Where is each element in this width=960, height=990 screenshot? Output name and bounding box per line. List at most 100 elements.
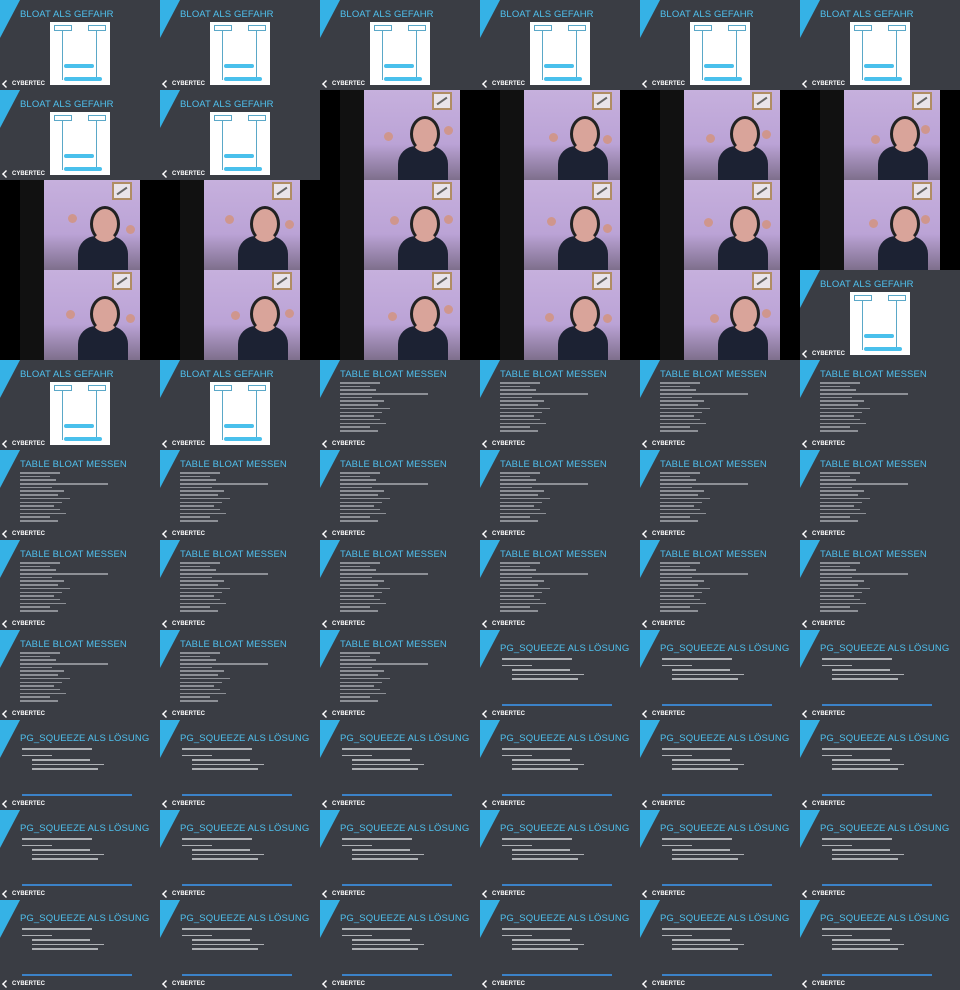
slide-thumbnail-measure[interactable]: TABLE BLOAT MESSEN CYBERTEC: [0, 540, 160, 630]
video-frame-thumbnail[interactable]: [800, 90, 960, 180]
slide-thumbnail-measure[interactable]: TABLE BLOAT MESSEN CYBERTEC: [480, 540, 640, 630]
slide-thumbnail-squeeze[interactable]: PG_SQUEEZE ALS LÖSUNG CYBERTEC: [640, 720, 800, 810]
video-frame-thumbnail[interactable]: [320, 180, 480, 270]
slide-thumbnail-squeeze[interactable]: PG_SQUEEZE ALS LÖSUNG CYBERTEC: [640, 900, 800, 990]
bullet-list: [502, 748, 622, 773]
slide-thumbnail-squeeze[interactable]: PG_SQUEEZE ALS LÖSUNG CYBERTEC: [160, 810, 320, 900]
slide-thumbnail-squeeze[interactable]: PG_SQUEEZE ALS LÖSUNG CYBERTEC: [160, 900, 320, 990]
slide-thumbnail-squeeze[interactable]: PG_SQUEEZE ALS LÖSUNG CYBERTEC: [800, 630, 960, 720]
slide-thumbnail-bloat[interactable]: BLOAT ALS GEFAHR CYBERTEC: [0, 360, 160, 450]
slide-thumbnail-squeeze[interactable]: PG_SQUEEZE ALS LÖSUNG CYBERTEC: [480, 630, 640, 720]
logo-text: CYBERTEC: [12, 801, 46, 807]
cybertec-logo: CYBERTEC: [2, 530, 45, 538]
webcam-background: [340, 270, 460, 360]
video-frame-thumbnail[interactable]: [480, 180, 640, 270]
slide-thumbnail-bloat[interactable]: BLOAT ALS GEFAHR CYBERTEC: [0, 0, 160, 90]
code-line: [180, 519, 218, 522]
slide-thumbnail-bloat[interactable]: BLOAT ALS GEFAHR CYBERTEC: [640, 0, 800, 90]
slide-thumbnail-measure[interactable]: TABLE BLOAT MESSEN CYBERTEC: [320, 450, 480, 540]
video-frame-thumbnail[interactable]: [160, 270, 320, 360]
slide-thumbnail-measure[interactable]: TABLE BLOAT MESSEN CYBERTEC: [160, 630, 320, 720]
slide-thumbnail-squeeze[interactable]: PG_SQUEEZE ALS LÖSUNG CYBERTEC: [640, 630, 800, 720]
slide-thumbnail-squeeze[interactable]: PG_SQUEEZE ALS LÖSUNG CYBERTEC: [0, 900, 160, 990]
video-frame-thumbnail[interactable]: [480, 90, 640, 180]
video-frame-thumbnail[interactable]: [0, 180, 160, 270]
slide-thumbnail-squeeze[interactable]: PG_SQUEEZE ALS LÖSUNG CYBERTEC: [480, 900, 640, 990]
slide-thumbnail-squeeze[interactable]: PG_SQUEEZE ALS LÖSUNG CYBERTEC: [320, 900, 480, 990]
slide-thumbnail-squeeze[interactable]: PG_SQUEEZE ALS LÖSUNG CYBERTEC: [160, 720, 320, 810]
bullet-line: [502, 748, 572, 750]
video-frame-thumbnail[interactable]: [640, 270, 800, 360]
slide-thumbnail-bloat[interactable]: BLOAT ALS GEFAHR CYBERTEC: [160, 90, 320, 180]
video-frame-thumbnail[interactable]: [480, 270, 640, 360]
slide-thumbnail-measure[interactable]: TABLE BLOAT MESSEN CYBERTEC: [640, 540, 800, 630]
slide-thumbnail-squeeze[interactable]: PG_SQUEEZE ALS LÖSUNG CYBERTEC: [800, 900, 960, 990]
slide-thumbnail-measure[interactable]: TABLE BLOAT MESSEN CYBERTEC: [0, 630, 160, 720]
slide-thumbnail-measure[interactable]: TABLE BLOAT MESSEN CYBERTEC: [320, 540, 480, 630]
slide-title: TABLE BLOAT MESSEN: [180, 639, 287, 650]
slide-thumbnail-measure[interactable]: TABLE BLOAT MESSEN CYBERTEC: [640, 450, 800, 540]
slide-thumbnail-measure[interactable]: TABLE BLOAT MESSEN CYBERTEC: [800, 360, 960, 450]
slide-thumbnail-squeeze[interactable]: PG_SQUEEZE ALS LÖSUNG CYBERTEC: [0, 810, 160, 900]
code-line: [820, 422, 866, 425]
bullet-line: [662, 748, 732, 750]
slide-thumbnail-measure[interactable]: TABLE BLOAT MESSEN CYBERTEC: [160, 540, 320, 630]
slide-thumbnail-squeeze[interactable]: PG_SQUEEZE ALS LÖSUNG CYBERTEC: [320, 720, 480, 810]
video-frame-thumbnail[interactable]: [800, 180, 960, 270]
slide-thumbnail-squeeze[interactable]: PG_SQUEEZE ALS LÖSUNG CYBERTEC: [480, 810, 640, 900]
bullet-line: [822, 754, 852, 757]
code-line: [20, 479, 56, 481]
cybertec-logo: CYBERTEC: [642, 440, 685, 448]
video-frame-thumbnail[interactable]: [320, 270, 480, 360]
video-frame-thumbnail[interactable]: [640, 90, 800, 180]
bullet-line: [502, 934, 532, 937]
code-listing: [820, 562, 920, 614]
code-line: [820, 415, 854, 417]
slide-thumbnail-squeeze[interactable]: PG_SQUEEZE ALS LÖSUNG CYBERTEC: [800, 720, 960, 810]
slide-thumbnail-bloat[interactable]: BLOAT ALS GEFAHR CYBERTEC: [800, 0, 960, 90]
slide-thumbnail-measure[interactable]: TABLE BLOAT MESSEN CYBERTEC: [320, 630, 480, 720]
cybertec-logo: CYBERTEC: [482, 710, 525, 718]
link-line: [822, 704, 932, 706]
code-line: [500, 486, 532, 489]
diagram-activity: [704, 77, 742, 81]
bullet-line: [352, 763, 424, 766]
slide-thumbnail-squeeze[interactable]: PG_SQUEEZE ALS LÖSUNG CYBERTEC: [320, 810, 480, 900]
bullet-line: [32, 759, 90, 761]
slide-thumbnail-bloat[interactable]: BLOAT ALS GEFAHR CYBERTEC: [160, 0, 320, 90]
slide-thumbnail-measure[interactable]: TABLE BLOAT MESSEN CYBERTEC: [0, 450, 160, 540]
slide-thumbnail-bloat[interactable]: BLOAT ALS GEFAHR CYBERTEC: [800, 270, 960, 360]
link-line: [822, 884, 932, 886]
diagram-lifeline: [96, 120, 97, 170]
bullet-line: [512, 858, 578, 860]
video-frame-thumbnail[interactable]: [0, 270, 160, 360]
logo-mark-icon: [482, 440, 490, 448]
presenter-head: [570, 296, 600, 332]
slide-thumbnail-squeeze[interactable]: PG_SQUEEZE ALS LÖSUNG CYBERTEC: [0, 720, 160, 810]
slide-thumbnail-bloat[interactable]: BLOAT ALS GEFAHR CYBERTEC: [0, 90, 160, 180]
slide-thumbnail-measure[interactable]: TABLE BLOAT MESSEN CYBERTEC: [480, 450, 640, 540]
slide-thumbnail-bloat[interactable]: BLOAT ALS GEFAHR CYBERTEC: [160, 360, 320, 450]
slide-thumbnail-bloat[interactable]: BLOAT ALS GEFAHR CYBERTEC: [480, 0, 640, 90]
slide-thumbnail-measure[interactable]: TABLE BLOAT MESSEN CYBERTEC: [320, 360, 480, 450]
slide-thumbnail-measure[interactable]: TABLE BLOAT MESSEN CYBERTEC: [800, 540, 960, 630]
video-frame-thumbnail[interactable]: [160, 180, 320, 270]
code-line: [340, 396, 372, 399]
slide-thumbnail-measure[interactable]: TABLE BLOAT MESSEN CYBERTEC: [480, 360, 640, 450]
slide-thumbnail-squeeze[interactable]: PG_SQUEEZE ALS LÖSUNG CYBERTEC: [640, 810, 800, 900]
slide-thumbnail-measure[interactable]: TABLE BLOAT MESSEN CYBERTEC: [800, 450, 960, 540]
corner-accent: [480, 360, 500, 398]
slide-title: PG_SQUEEZE ALS LÖSUNG: [660, 913, 790, 924]
slide-thumbnail-bloat[interactable]: BLOAT ALS GEFAHR CYBERTEC: [320, 0, 480, 90]
corner-accent: [800, 720, 820, 758]
slide-thumbnail-measure[interactable]: TABLE BLOAT MESSEN CYBERTEC: [640, 360, 800, 450]
cybertec-logo: CYBERTEC: [322, 440, 365, 448]
webcam-background: [500, 270, 620, 360]
bullet-line: [672, 673, 744, 676]
diagram-lifeline: [542, 30, 543, 80]
slide-thumbnail-squeeze[interactable]: PG_SQUEEZE ALS LÖSUNG CYBERTEC: [480, 720, 640, 810]
slide-thumbnail-squeeze[interactable]: PG_SQUEEZE ALS LÖSUNG CYBERTEC: [800, 810, 960, 900]
video-frame-thumbnail[interactable]: [320, 90, 480, 180]
slide-thumbnail-measure[interactable]: TABLE BLOAT MESSEN CYBERTEC: [160, 450, 320, 540]
video-frame-thumbnail[interactable]: [640, 180, 800, 270]
